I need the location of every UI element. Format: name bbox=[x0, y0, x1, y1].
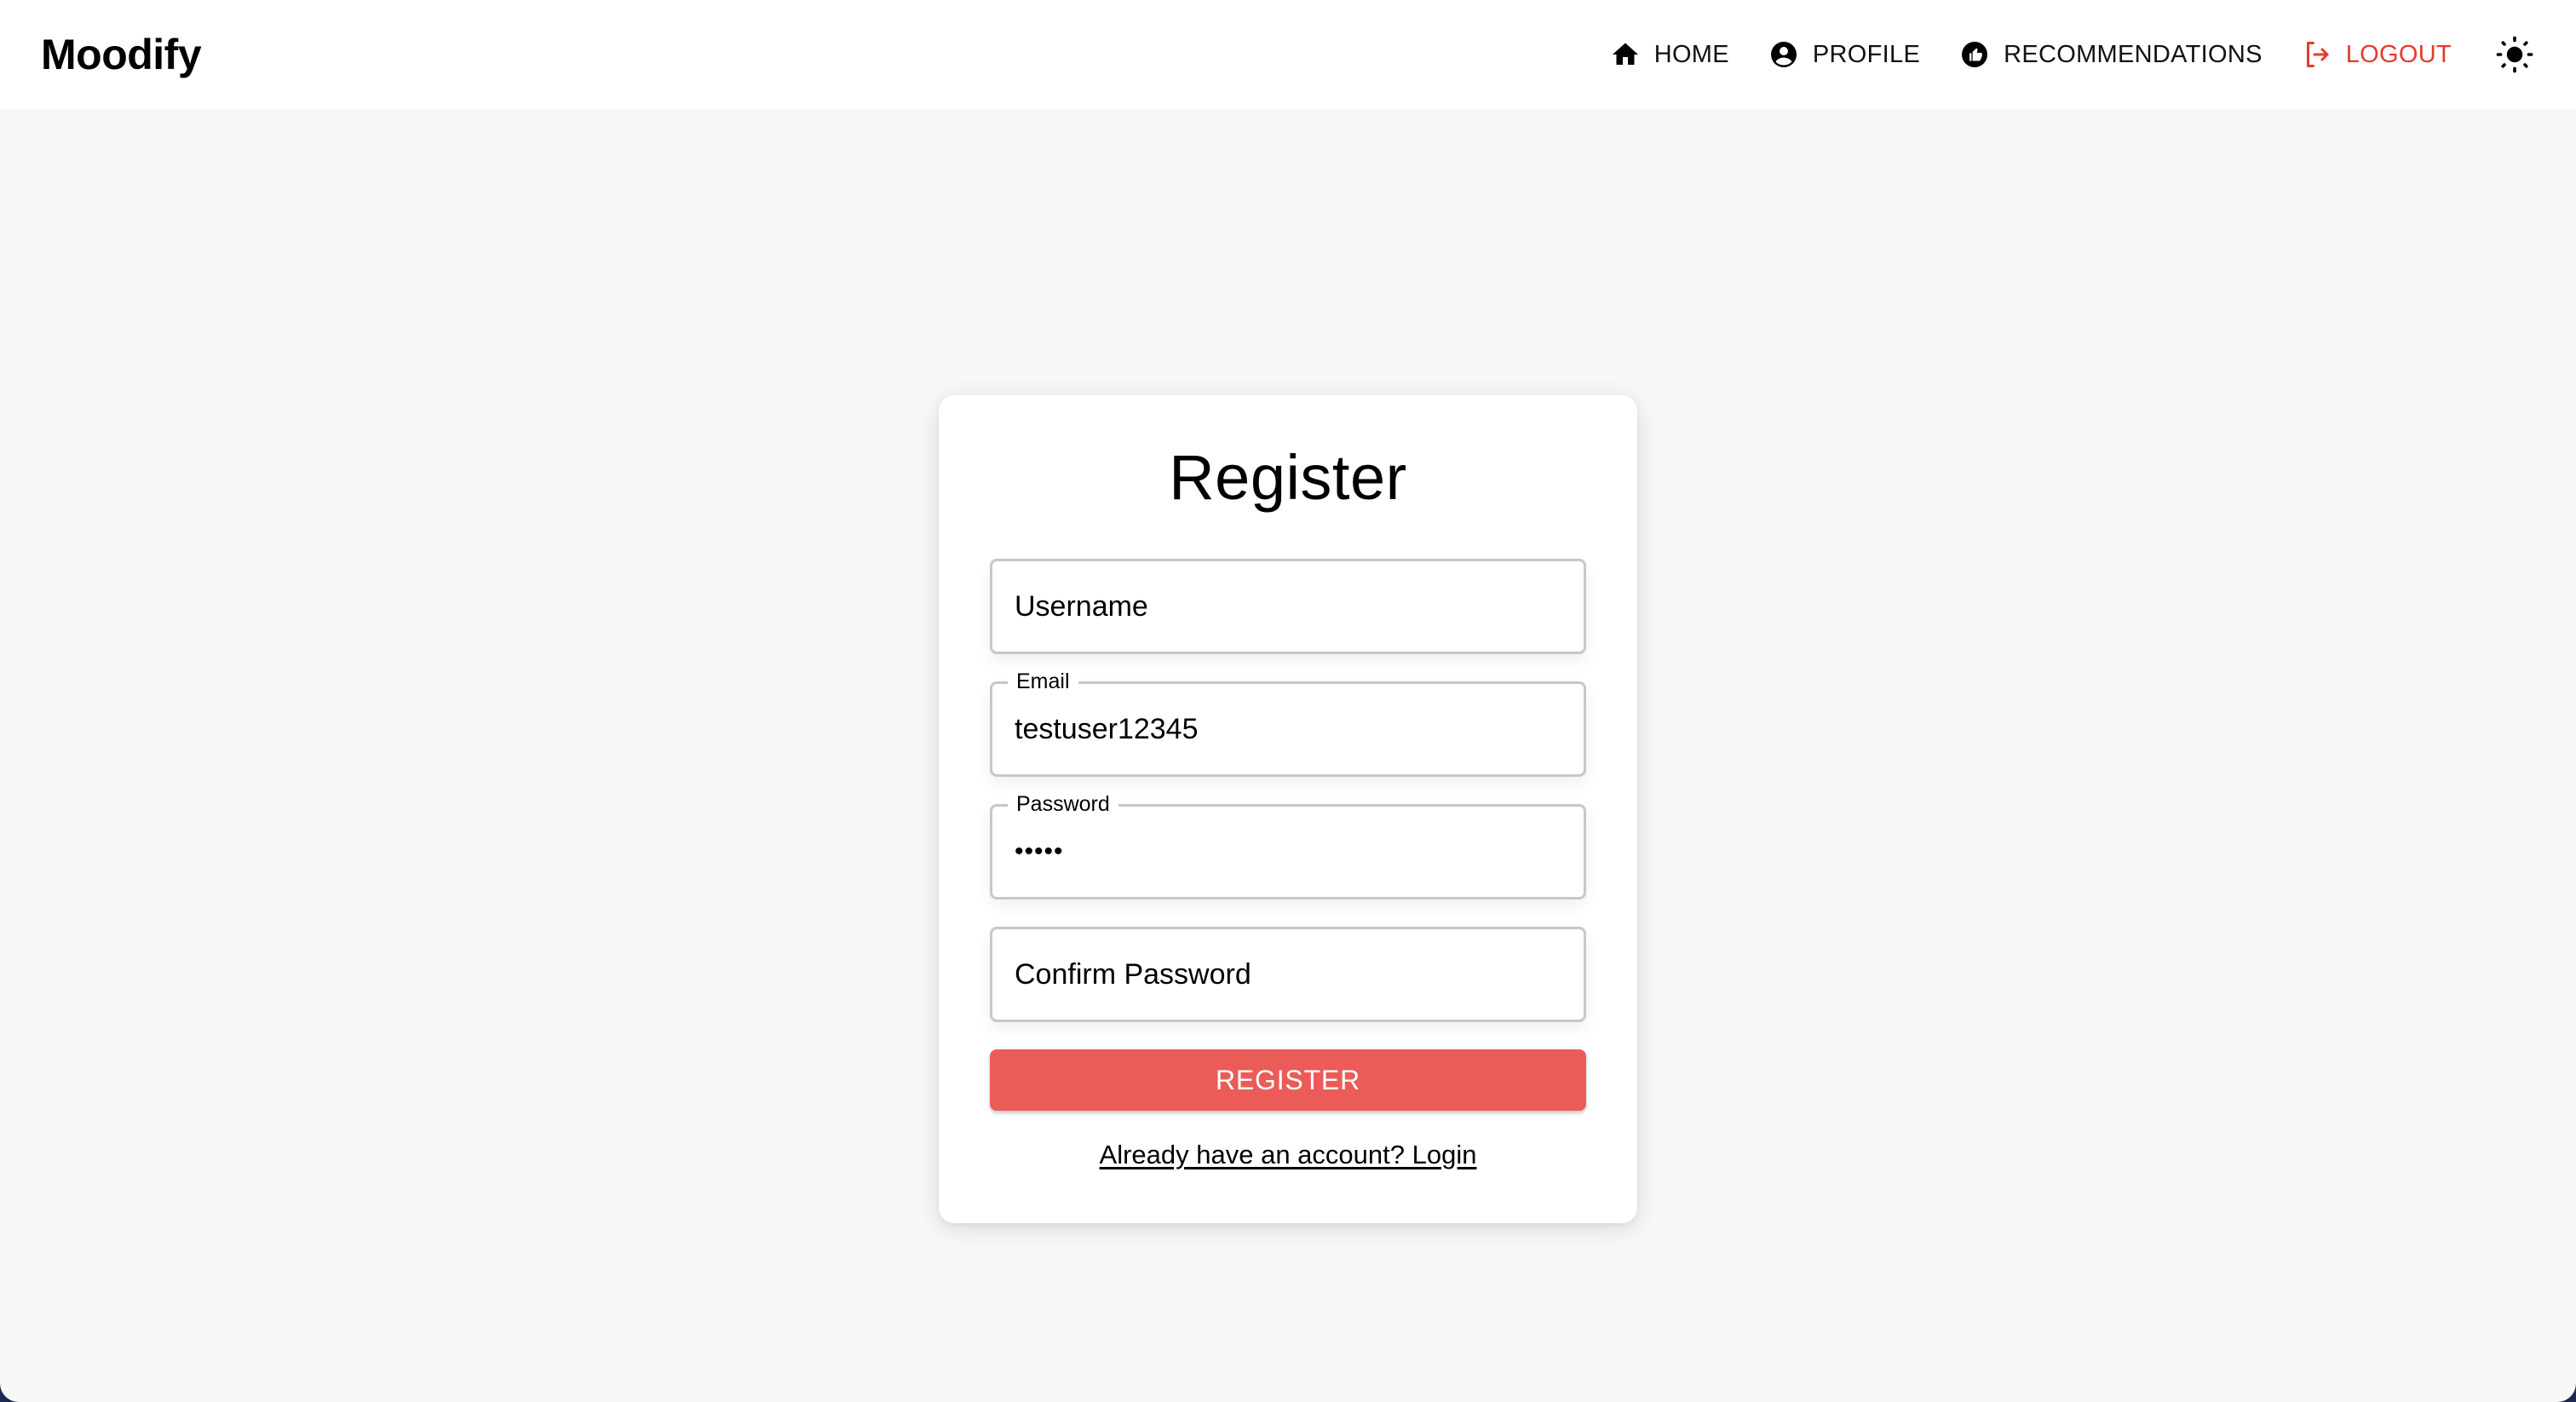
nav-profile[interactable]: PROFILE bbox=[1768, 39, 1920, 70]
nav-logout-label: LOGOUT bbox=[2345, 40, 2452, 68]
register-card: Register Email Password REGISTER Already… bbox=[939, 395, 1637, 1223]
nav-recommendations[interactable]: RECOMMENDATIONS bbox=[1959, 39, 2263, 70]
register-button[interactable]: REGISTER bbox=[990, 1049, 1586, 1111]
password-field[interactable]: Password bbox=[990, 790, 1586, 899]
confirm-password-input[interactable] bbox=[992, 929, 1584, 1020]
nav-home[interactable]: HOME bbox=[1610, 39, 1729, 70]
register-title: Register bbox=[1169, 442, 1407, 513]
logout-icon bbox=[2302, 39, 2332, 70]
password-input[interactable] bbox=[992, 807, 1584, 897]
thumb-up-icon bbox=[1959, 39, 1990, 70]
nav-logout[interactable]: LOGOUT bbox=[2302, 39, 2452, 70]
confirm-password-field[interactable] bbox=[990, 927, 1586, 1022]
app-window: Moodify HOME PROFILE RECOMMENDATIONS LOG… bbox=[0, 0, 2576, 1402]
home-icon bbox=[1610, 39, 1641, 70]
sun-icon bbox=[2496, 36, 2533, 73]
main-nav: HOME PROFILE RECOMMENDATIONS LOGOUT bbox=[1610, 0, 2535, 109]
username-input[interactable] bbox=[992, 561, 1584, 652]
login-link[interactable]: Already have an account? Login bbox=[990, 1140, 1586, 1170]
username-field[interactable] bbox=[990, 559, 1586, 654]
email-field[interactable]: Email bbox=[990, 668, 1586, 777]
nav-recommendations-label: RECOMMENDATIONS bbox=[2004, 40, 2263, 68]
email-input[interactable] bbox=[992, 684, 1584, 774]
nav-profile-label: PROFILE bbox=[1812, 40, 1921, 68]
theme-toggle-button[interactable] bbox=[2494, 34, 2535, 75]
app-header: Moodify HOME PROFILE RECOMMENDATIONS LOG… bbox=[0, 0, 2576, 109]
nav-home-label: HOME bbox=[1653, 40, 1729, 68]
account-circle-icon bbox=[1768, 39, 1799, 70]
brand-logo[interactable]: Moodify bbox=[41, 30, 202, 79]
